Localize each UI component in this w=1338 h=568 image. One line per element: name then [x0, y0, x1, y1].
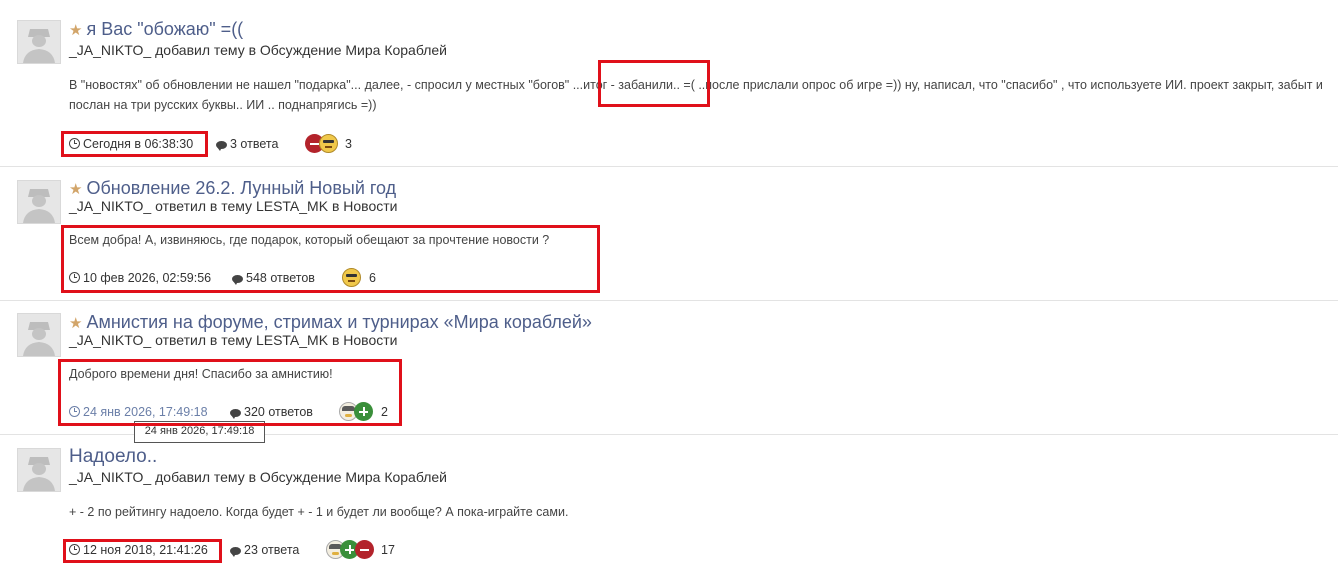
post-snippet: Доброго времени дня! Спасибо за амнистию…: [69, 367, 333, 381]
topic-title-link[interactable]: ★ я Вас "обожаю" =((: [69, 18, 243, 42]
avatar[interactable]: [17, 313, 61, 357]
reaction-face-icon[interactable]: [319, 134, 338, 153]
clock-icon: [69, 544, 80, 555]
star-icon: ★: [69, 315, 83, 332]
post-date-link[interactable]: 12 ноя 2018, 21:41:26: [69, 542, 208, 558]
divider: [0, 166, 1338, 167]
action-text: добавил тему в: [155, 42, 257, 58]
post-date-link[interactable]: 10 фев 2026, 02:59:56: [69, 270, 211, 286]
byline: _JA_NIKTO_ ответил в тему LESTA_MK в Нов…: [69, 331, 397, 349]
forum-link[interactable]: Обсуждение Мира Кораблей: [260, 469, 447, 485]
avatar[interactable]: [17, 180, 61, 224]
author-link[interactable]: _JA_NIKTO_: [69, 469, 151, 485]
clock-icon: [69, 406, 80, 417]
author-link[interactable]: _JA_NIKTO_: [69, 332, 151, 348]
avatar-silhouette-icon: [18, 314, 60, 356]
post-snippet: Всем добра! А, извиняюсь, где подарок, к…: [69, 233, 550, 247]
avatar[interactable]: [17, 20, 61, 64]
post-snippet: + - 2 по рейтингу надоело. Когда будет +…: [69, 505, 569, 519]
clock-icon: [69, 272, 80, 283]
reaction-count[interactable]: 17: [381, 542, 395, 558]
action-text: ответил в тему: [155, 198, 253, 214]
comment-icon: [216, 141, 227, 151]
clock-icon: [69, 138, 80, 149]
forum-link[interactable]: Обсуждение Мира Кораблей: [260, 42, 447, 58]
author-link[interactable]: _JA_NIKTO_: [69, 198, 151, 214]
avatar-silhouette-icon: [18, 449, 60, 491]
byline: _JA_NIKTO_ ответил в тему LESTA_MK в Нов…: [69, 197, 397, 215]
reaction-minus-icon[interactable]: [355, 540, 374, 559]
avatar-silhouette-icon: [18, 181, 60, 223]
post-date-link[interactable]: 24 янв 2026, 17:49:18: [69, 404, 208, 420]
comment-icon: [230, 409, 241, 419]
avatar[interactable]: [17, 448, 61, 492]
reaction-plus-icon[interactable]: [354, 402, 373, 421]
post-snippet: В "новостях" об обновлении не нашел "под…: [69, 78, 1323, 112]
replies-count: 23 ответа: [230, 542, 299, 558]
replies-count: 3 ответа: [216, 136, 278, 152]
forum-link[interactable]: LESTA_MK в Новости: [256, 332, 398, 348]
star-icon: ★: [69, 181, 83, 198]
divider: [0, 300, 1338, 301]
star-icon: ★: [69, 22, 83, 39]
reaction-count[interactable]: 2: [381, 404, 388, 420]
byline: _JA_NIKTO_ добавил тему в Обсуждение Мир…: [69, 468, 447, 486]
avatar-silhouette-icon: [18, 21, 60, 63]
action-text: добавил тему в: [155, 469, 257, 485]
reaction-count[interactable]: 6: [369, 270, 376, 286]
comment-icon: [230, 547, 241, 557]
comment-icon: [232, 275, 243, 285]
reaction-count[interactable]: 3: [345, 136, 352, 152]
replies-count: 548 ответов: [232, 270, 315, 286]
author-link[interactable]: _JA_NIKTO_: [69, 42, 151, 58]
post-date-link[interactable]: Сегодня в 06:38:30: [69, 136, 193, 152]
date-tooltip: 24 янв 2026, 17:49:18: [134, 421, 265, 443]
forum-link[interactable]: LESTA_MK в Новости: [256, 198, 398, 214]
reaction-face-icon[interactable]: [342, 268, 361, 287]
replies-count: 320 ответов: [230, 404, 313, 420]
topic-title-link[interactable]: Надоело..: [69, 446, 157, 468]
byline: _JA_NIKTO_ добавил тему в Обсуждение Мир…: [69, 41, 447, 59]
action-text: ответил в тему: [155, 332, 253, 348]
